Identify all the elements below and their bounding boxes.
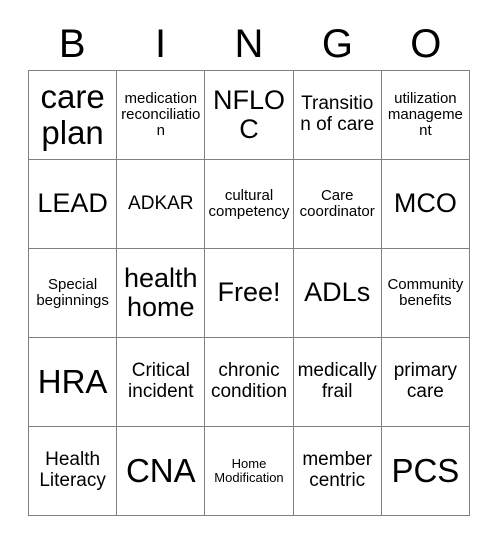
bingo-cell-label: LEAD <box>37 188 108 219</box>
bingo-cell[interactable]: member centric <box>293 427 382 516</box>
bingo-cell[interactable]: medically frail <box>293 338 382 427</box>
bingo-cell-label: PCS <box>391 452 460 490</box>
bingo-cell-label: medication reconciliation <box>121 89 201 140</box>
bingo-cell-label: Critical incident <box>128 360 194 402</box>
bingo-cell[interactable]: NFLOC <box>205 71 294 160</box>
bingo-cell-label: Community benefits <box>387 275 464 309</box>
bingo-cell[interactable]: HRA <box>29 338 118 427</box>
bingo-cell-label: Care coordinator <box>299 186 375 220</box>
bingo-cell[interactable]: medication reconciliation <box>117 71 206 160</box>
bingo-cell[interactable]: Transition of care <box>293 71 382 160</box>
header-letter-b: B <box>58 22 86 66</box>
bingo-cell[interactable]: health home <box>117 249 206 338</box>
bingo-cell-label: HRA <box>37 363 108 401</box>
bingo-cell[interactable]: Critical incident <box>117 338 206 427</box>
bingo-cell[interactable]: ADKAR <box>117 160 206 249</box>
bingo-cell-label: cultural competency <box>208 186 290 220</box>
bingo-cell[interactable]: primary care <box>381 338 470 427</box>
bingo-cell[interactable]: care plan <box>29 71 118 160</box>
bingo-cell-label: Home Modification <box>214 455 284 485</box>
bingo-cell-label: health home <box>124 262 198 322</box>
bingo-cell[interactable]: chronic condition <box>205 338 294 427</box>
bingo-cell-label: primary care <box>393 360 458 402</box>
bingo-card: B I N G O care plan medication reconcili… <box>28 18 470 516</box>
bingo-cell-label: Free! <box>217 277 281 308</box>
bingo-cell[interactable]: CNA <box>117 427 206 516</box>
bingo-header: B I N G O <box>28 18 470 70</box>
bingo-cell[interactable]: PCS <box>381 427 470 516</box>
bingo-cell[interactable]: Care coordinator <box>293 160 382 249</box>
bingo-cell-free[interactable]: Free! <box>205 249 294 338</box>
bingo-cell-label: NFLOC <box>212 84 285 144</box>
bingo-cell[interactable]: Health Literacy <box>29 427 118 516</box>
bingo-cell[interactable]: Special beginnings <box>29 249 118 338</box>
bingo-cell[interactable]: LEAD <box>29 160 118 249</box>
bingo-cell-label: medically frail <box>297 360 377 402</box>
bingo-cell[interactable]: MCO <box>381 160 470 249</box>
bingo-cell-label: CNA <box>125 452 196 490</box>
bingo-grid: care plan medication reconciliation NFLO… <box>28 70 470 516</box>
bingo-cell[interactable]: Community benefits <box>381 249 470 338</box>
bingo-cell-label: MCO <box>393 188 457 219</box>
bingo-cell-label: Special beginnings <box>36 275 109 309</box>
bingo-cell-label: Health Literacy <box>39 449 106 491</box>
bingo-cell-label: utilization management <box>387 89 463 140</box>
header-letter-n: N <box>234 22 264 66</box>
bingo-cell-label: chronic condition <box>210 360 288 402</box>
bingo-cell-label: Transition of care <box>300 93 375 135</box>
bingo-cell-label: ADLs <box>304 277 371 308</box>
header-letter-o: O <box>410 22 442 66</box>
bingo-cell[interactable]: utilization management <box>381 71 470 160</box>
header-letter-i: I <box>155 22 167 66</box>
bingo-cell-label: ADKAR <box>128 192 194 214</box>
bingo-cell-label: member centric <box>302 449 373 491</box>
bingo-cell[interactable]: ADLs <box>293 249 382 338</box>
bingo-cell-label: care plan <box>40 78 105 151</box>
bingo-cell[interactable]: cultural competency <box>205 160 294 249</box>
bingo-cell[interactable]: Home Modification <box>205 427 294 516</box>
header-letter-g: G <box>321 22 353 66</box>
